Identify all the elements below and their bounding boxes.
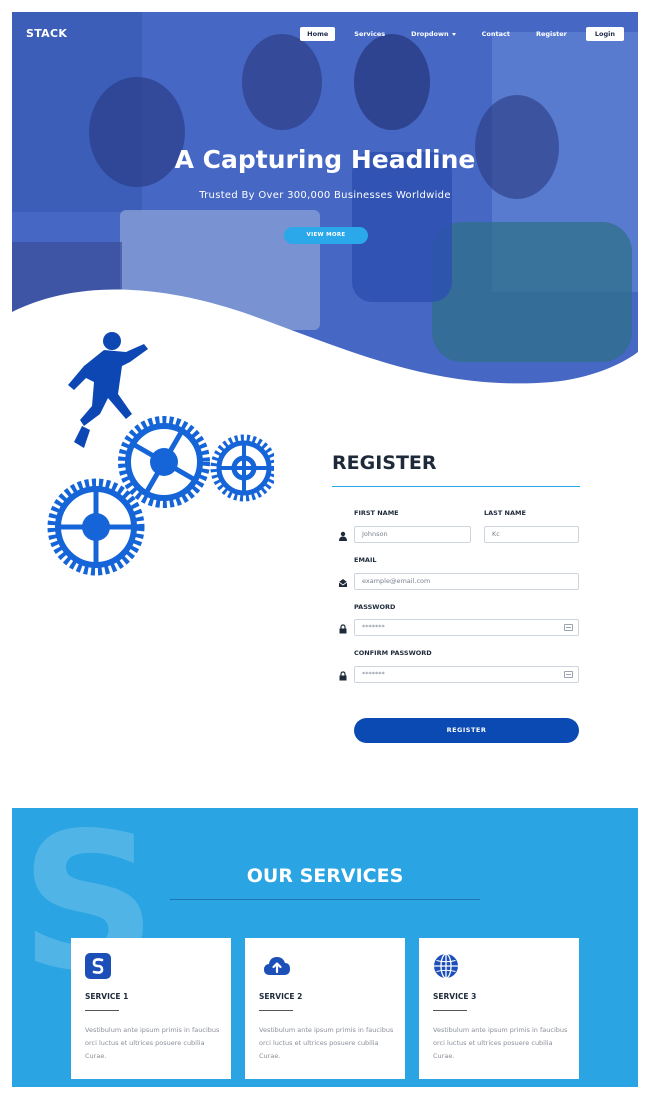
lock-icon [339, 671, 347, 681]
email-input[interactable]: example@email.com [354, 573, 579, 590]
running-man-icon [68, 332, 148, 448]
nav-item-contact[interactable]: Contact [475, 27, 517, 41]
last-name-label: LAST NAME [484, 509, 526, 517]
login-button[interactable]: Login [585, 27, 624, 41]
gear-small-icon [210, 434, 274, 502]
nav-item-services[interactable]: Services [347, 27, 392, 41]
service-description: Vestibulum ante ipsum primis in faucibus… [85, 1026, 220, 1060]
lock-icon [339, 624, 347, 634]
last-name-input[interactable]: Kc [484, 526, 579, 543]
gear-large-icon [47, 478, 145, 576]
email-label: EMAIL [354, 556, 377, 564]
services-divider [170, 899, 480, 900]
service-description: Vestibulum ante ipsum primis in faucibus… [259, 1026, 394, 1060]
view-more-button[interactable]: VIEW MORE [284, 227, 368, 244]
register-submit-button[interactable]: REGISTER [354, 718, 579, 743]
service-divider [85, 1010, 119, 1011]
confirm-password-label: CONFIRM PASSWORD [354, 649, 432, 657]
service-title: SERVICE 3 [433, 992, 477, 1001]
service-title: SERVICE 2 [259, 992, 303, 1001]
envelope-icon [338, 579, 348, 587]
nav-item-register[interactable]: Register [529, 27, 574, 41]
hero-subtitle: Trusted By Over 300,000 Businesses World… [199, 190, 451, 201]
service-card[interactable]: SERVICE 2 Vestibulum ante ipsum primis i… [245, 938, 405, 1079]
user-icon [339, 531, 347, 541]
confirm-password-value: ******* [362, 670, 385, 678]
services-title: OUR SERVICES [246, 865, 404, 887]
service-divider [259, 1010, 293, 1011]
service-title: SERVICE 1 [85, 992, 129, 1001]
top-nav: STACK Home Services Dropdown Contact Reg… [12, 12, 638, 54]
service-card[interactable]: SERVICE 1 Vestibulum ante ipsum primis i… [71, 938, 231, 1079]
first-name-input[interactable]: Johnson [354, 526, 471, 543]
services-section: S OUR SERVICES SERVICE 1 Vestibulum ante… [12, 808, 638, 1087]
keyboard-icon[interactable] [564, 671, 573, 678]
nav-item-home[interactable]: Home [300, 27, 336, 41]
cloud-upload-icon [264, 957, 290, 975]
nav-item-dropdown-label: Dropdown [411, 30, 449, 38]
service-description: Vestibulum ante ipsum primis in faucibus… [433, 1026, 568, 1060]
hero-title: A Capturing Headline [174, 145, 476, 174]
password-value: ******* [362, 623, 385, 631]
globe-icon [434, 953, 458, 979]
first-name-label: FIRST NAME [354, 509, 399, 517]
password-label: PASSWORD [354, 603, 396, 611]
gear-medium-icon [118, 416, 210, 508]
service-card[interactable]: SERVICE 3 Vestibulum ante ipsum primis i… [419, 938, 579, 1079]
nav-item-dropdown[interactable]: Dropdown [404, 27, 462, 41]
caret-down-icon [451, 32, 456, 36]
gears-illustration [47, 332, 274, 576]
nav-menu: Home Services Dropdown Contact Register … [288, 27, 624, 41]
register-form-header: REGISTER [332, 452, 580, 487]
s-logo-icon [85, 953, 111, 979]
page-frame: STACK Home Services Dropdown Contact Reg… [12, 12, 638, 1087]
confirm-password-input[interactable]: ******* [354, 666, 579, 683]
service-divider [433, 1010, 467, 1011]
register-divider [332, 486, 580, 487]
keyboard-icon[interactable] [564, 624, 573, 631]
password-input[interactable]: ******* [354, 619, 579, 636]
brand-logo[interactable]: STACK [26, 27, 67, 40]
register-title: REGISTER [332, 452, 437, 474]
